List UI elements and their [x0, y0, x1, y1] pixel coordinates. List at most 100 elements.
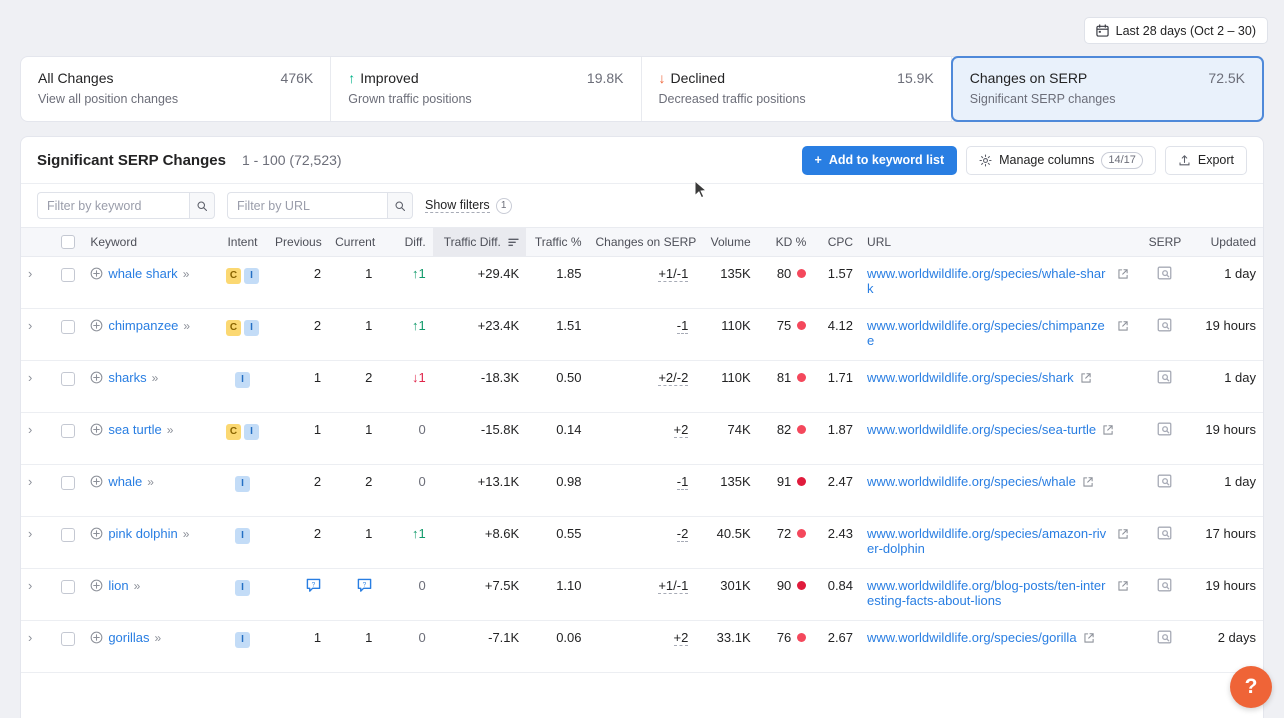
select-all-checkbox[interactable] [60, 235, 75, 250]
th-traffic-pct[interactable]: Traffic % [526, 227, 589, 257]
row-checkbox[interactable] [60, 267, 75, 282]
row-select-cell[interactable] [52, 568, 84, 621]
intent-badge-i[interactable]: I [243, 423, 259, 440]
row-checkbox[interactable] [60, 475, 75, 490]
chevron-right-icon[interactable]: › [28, 266, 32, 281]
add-to-keyword-list-button[interactable]: + Add to keyword list [801, 145, 958, 175]
chevron-right-icon[interactable]: › [28, 474, 32, 489]
th-updated[interactable]: Updated [1193, 227, 1263, 257]
external-link-icon[interactable] [1117, 320, 1129, 332]
add-keyword-icon[interactable] [90, 371, 103, 384]
serp-preview-icon[interactable] [1157, 630, 1172, 644]
th-changes-on-serp[interactable]: Changes on SERP [588, 227, 696, 257]
serp-preview-icon[interactable] [1157, 370, 1172, 384]
chevron-right-icon[interactable]: › [28, 630, 32, 645]
keyword-overview-icon[interactable]: » [155, 631, 162, 645]
chevron-right-icon[interactable]: › [28, 422, 32, 437]
row-select-cell[interactable] [52, 412, 84, 465]
serp-cell[interactable] [1136, 516, 1194, 569]
row-select-cell[interactable] [52, 620, 84, 673]
row-checkbox[interactable] [60, 579, 75, 594]
row-checkbox[interactable] [60, 423, 75, 438]
keyword-link[interactable]: whale shark [108, 266, 177, 281]
keyword-overview-icon[interactable]: » [147, 475, 154, 489]
changes-on-serp-value[interactable]: +2 [673, 422, 689, 438]
help-button[interactable]: ? [1230, 666, 1272, 708]
kpi-tab-declined[interactable]: ↓ Declined 15.9K Decreased traffic posit… [642, 57, 952, 121]
previous-serp-feature-icon[interactable]: ? [306, 578, 321, 596]
row-select-cell[interactable] [52, 516, 84, 569]
intent-badge-c[interactable]: C [225, 319, 241, 336]
serp-cell[interactable] [1136, 568, 1194, 621]
intent-badge-i[interactable]: I [234, 371, 250, 388]
kpi-tab-changes-on-serp[interactable]: Changes on SERP 72.5K Significant SERP c… [950, 56, 1264, 122]
changes-on-serp-value[interactable]: -1 [676, 474, 689, 490]
add-keyword-icon[interactable] [90, 475, 103, 488]
current-serp-feature-icon[interactable]: ? [357, 578, 372, 596]
keyword-link[interactable]: whale [108, 474, 142, 489]
row-checkbox[interactable] [60, 371, 75, 386]
url-link[interactable]: www.worldwildlife.org/species/gorilla [867, 630, 1077, 645]
intent-badge-c[interactable]: C [225, 423, 241, 440]
intent-badge-i[interactable]: I [234, 475, 250, 492]
serp-preview-icon[interactable] [1157, 318, 1172, 332]
row-checkbox[interactable] [60, 319, 75, 334]
serp-cell[interactable] [1136, 620, 1194, 673]
intent-badge-i[interactable]: I [243, 319, 259, 336]
table-row[interactable]: › whale» I 2 2 0 +13.1K 0.98 -1 135K 91 … [21, 464, 1263, 517]
keyword-overview-icon[interactable]: » [152, 371, 159, 385]
serp-cell[interactable] [1136, 308, 1194, 361]
keyword-overview-icon[interactable]: » [183, 267, 190, 281]
row-checkbox[interactable] [60, 527, 75, 542]
intent-badge-i[interactable]: I [234, 527, 250, 544]
url-link[interactable]: www.worldwildlife.org/species/whale-shar… [867, 266, 1111, 296]
intent-badge-i[interactable]: I [243, 267, 259, 284]
th-previous[interactable]: Previous [268, 227, 329, 257]
url-link[interactable]: www.worldwildlife.org/species/whale [867, 474, 1076, 489]
row-expand-cell[interactable]: › [21, 412, 53, 465]
intent-badge-i[interactable]: I [234, 631, 250, 648]
serp-feature-icon[interactable]: ? [357, 578, 372, 593]
row-expand-cell[interactable]: › [21, 620, 53, 673]
th-cpc[interactable]: CPC [813, 227, 861, 257]
keyword-overview-icon[interactable]: » [183, 319, 190, 333]
th-traffic-diff[interactable]: Traffic Diff. [432, 227, 527, 257]
th-url[interactable]: URL [860, 227, 1137, 257]
changes-on-serp-value[interactable]: +2/-2 [658, 370, 689, 386]
row-checkbox[interactable] [60, 631, 75, 646]
serp-cell[interactable] [1136, 464, 1194, 517]
row-expand-cell[interactable]: › [21, 568, 53, 621]
th-kd[interactable]: KD % [757, 227, 814, 257]
changes-on-serp-value[interactable]: -1 [676, 318, 689, 334]
keyword-overview-icon[interactable]: » [134, 579, 141, 593]
chevron-right-icon[interactable]: › [28, 526, 32, 541]
changes-on-serp-value[interactable]: -2 [676, 526, 689, 542]
row-expand-cell[interactable]: › [21, 464, 53, 517]
keyword-link[interactable]: gorillas [108, 630, 149, 645]
serp-preview-icon[interactable] [1157, 266, 1172, 280]
external-link-icon[interactable] [1082, 476, 1094, 488]
external-link-icon[interactable] [1117, 580, 1129, 592]
table-row[interactable]: › sea turtle » CI 1 1 0 -15.8K 0.14 +2 74… [21, 412, 1263, 465]
table-row[interactable]: › lion » I ? ? 0 +7.5K 1.10 +1/-1 301K 90… [21, 568, 1263, 621]
show-filters-toggle[interactable]: Show filters 1 [425, 197, 512, 214]
table-row[interactable]: › gorillas» I 1 1 0 -7.1K 0.06 +2 33.1K … [21, 620, 1263, 673]
table-row[interactable]: › chimpanzee » CI 2 1 ↑1 +23.4K 1.51 -1 1… [21, 308, 1263, 361]
url-link[interactable]: www.worldwildlife.org/species/amazon-riv… [867, 526, 1111, 556]
url-link[interactable]: www.worldwildlife.org/species/sea-turtle [867, 422, 1096, 437]
chevron-right-icon[interactable]: › [28, 578, 32, 593]
serp-preview-icon[interactable] [1157, 422, 1172, 436]
changes-on-serp-value[interactable]: +1/-1 [658, 266, 689, 282]
keyword-link[interactable]: sharks [108, 370, 146, 385]
keyword-link[interactable]: chimpanzee [108, 318, 178, 333]
table-row[interactable]: › sharks » I 1 2 ↓1 -18.3K 0.50 +2/-2 110… [21, 360, 1263, 413]
manage-columns-button[interactable]: Manage columns 14/17 [966, 145, 1156, 175]
intent-badge-i[interactable]: I [234, 579, 250, 596]
keyword-overview-icon[interactable]: » [183, 527, 190, 541]
kpi-tab-all-changes[interactable]: All Changes 476K View all position chang… [21, 57, 332, 121]
row-expand-cell[interactable]: › [21, 308, 53, 361]
keyword-link[interactable]: lion [108, 578, 128, 593]
table-row[interactable]: › pink dolphin » I 2 1 ↑1 +8.6K 0.55 -2 4… [21, 516, 1263, 569]
keyword-overview-icon[interactable]: » [167, 423, 174, 437]
serp-cell[interactable] [1136, 412, 1194, 465]
